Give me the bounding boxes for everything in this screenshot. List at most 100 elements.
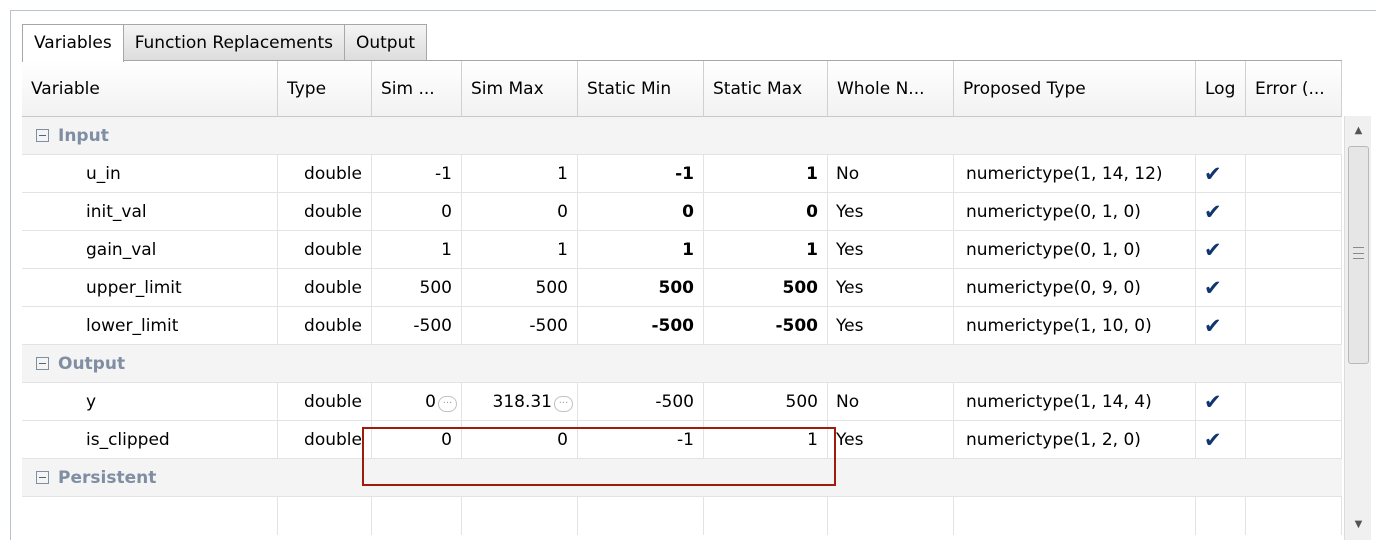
sim-max-cell: 500 xyxy=(462,269,578,307)
static-min-cell[interactable]: 500 xyxy=(578,269,704,307)
sim-max-value: 318.31 xyxy=(492,392,552,412)
minus-icon[interactable] xyxy=(36,129,49,142)
scroll-thumb[interactable] xyxy=(1348,146,1369,364)
check-icon[interactable]: ✔ xyxy=(1204,269,1222,307)
scroll-up-arrow-icon[interactable]: ▲ xyxy=(1345,118,1372,144)
group-label-input[interactable]: Input xyxy=(36,117,109,155)
variable-name xyxy=(22,497,278,535)
group-row-input[interactable]: Input xyxy=(22,117,1342,155)
sim-min-cell: -1 xyxy=(372,155,462,193)
type-cell: double xyxy=(278,193,372,231)
sim-max-cell: -500 xyxy=(462,307,578,345)
static-max-cell[interactable]: 1 xyxy=(704,231,828,269)
highlight-box xyxy=(362,427,836,486)
log-cell[interactable]: ✔ xyxy=(1196,383,1246,421)
table-row[interactable]: lower_limit double -500 -500 -500 -500 Y… xyxy=(22,307,1342,345)
group-title: Output xyxy=(58,354,126,374)
column-header-sim-max[interactable]: Sim Max xyxy=(462,61,578,117)
check-icon[interactable]: ✔ xyxy=(1204,421,1222,459)
check-icon[interactable]: ✔ xyxy=(1204,307,1222,345)
error-cell xyxy=(1246,497,1342,535)
proposed-type-cell[interactable]: numerictype(1, 14, 12) xyxy=(954,155,1196,193)
check-icon[interactable]: ✔ xyxy=(1204,231,1222,269)
static-max-cell[interactable]: 500 xyxy=(704,269,828,307)
static-min-cell[interactable]: -1 xyxy=(578,155,704,193)
log-cell[interactable]: ✔ xyxy=(1196,193,1246,231)
type-cell: double xyxy=(278,383,372,421)
sim-max-cell: 318.31 ··· xyxy=(462,383,578,421)
vertical-scrollbar[interactable]: ▲ ▼ xyxy=(1344,116,1371,540)
minus-icon[interactable] xyxy=(36,357,49,370)
log-cell[interactable]: ✔ xyxy=(1196,269,1246,307)
proposed-type-cell[interactable]: numerictype(1, 14, 4) xyxy=(954,383,1196,421)
static-max-cell[interactable]: -500 xyxy=(704,307,828,345)
log-cell[interactable]: ✔ xyxy=(1196,307,1246,345)
static-min-cell[interactable]: 1 xyxy=(578,231,704,269)
table-row[interactable]: upper_limit double 500 500 500 500 Yes n… xyxy=(22,269,1342,307)
table-row[interactable]: init_val double 0 0 0 0 Yes numerictype(… xyxy=(22,193,1342,231)
type-cell xyxy=(278,497,372,535)
column-header-log[interactable]: Log xyxy=(1196,61,1246,117)
sim-min-cell: 0 xyxy=(372,193,462,231)
table-row[interactable]: u_in double -1 1 -1 1 No numerictype(1, … xyxy=(22,155,1342,193)
tab-output[interactable]: Output xyxy=(343,24,428,61)
log-cell[interactable]: ✔ xyxy=(1196,231,1246,269)
group-title: Persistent xyxy=(58,468,157,488)
error-cell xyxy=(1246,269,1342,307)
more-icon[interactable]: ··· xyxy=(554,396,573,412)
proposed-type-cell[interactable]: numerictype(1, 10, 0) xyxy=(954,307,1196,345)
log-cell xyxy=(1196,497,1246,535)
proposed-type-cell[interactable]: numerictype(0, 9, 0) xyxy=(954,269,1196,307)
group-label-persistent[interactable]: Persistent xyxy=(36,459,156,497)
column-header-static-max[interactable]: Static Max xyxy=(704,61,828,117)
minus-icon[interactable] xyxy=(36,471,49,484)
table-row[interactable]: y double 0 ··· 318.31 ··· -500 500 No nume… xyxy=(22,383,1342,421)
table-row-partial[interactable] xyxy=(22,497,1342,535)
whole-number-cell[interactable]: No xyxy=(828,383,954,421)
check-icon[interactable]: ✔ xyxy=(1204,383,1222,421)
column-header-sim-min[interactable]: Sim ... xyxy=(372,61,462,117)
error-cell xyxy=(1246,307,1342,345)
table-row[interactable]: gain_val double 1 1 1 1 Yes numerictype(… xyxy=(22,231,1342,269)
group-label-output[interactable]: Output xyxy=(36,345,125,383)
proposed-type-cell[interactable]: numerictype(0, 1, 0) xyxy=(954,193,1196,231)
whole-number-cell[interactable]: No xyxy=(828,155,954,193)
column-header-type[interactable]: Type xyxy=(278,61,372,117)
error-cell xyxy=(1246,231,1342,269)
whole-number-cell[interactable]: Yes xyxy=(828,193,954,231)
more-icon[interactable]: ··· xyxy=(438,396,457,412)
whole-number-cell[interactable]: Yes xyxy=(828,421,954,459)
static-max-cell[interactable]: 500 xyxy=(704,383,828,421)
proposed-type-cell[interactable]: numerictype(0, 1, 0) xyxy=(954,231,1196,269)
check-icon[interactable]: ✔ xyxy=(1204,155,1222,193)
tab-bar: Variables Function Replacements Output xyxy=(22,24,428,62)
group-row-output[interactable]: Output xyxy=(22,345,1342,383)
column-header-error[interactable]: Error (... xyxy=(1246,61,1342,117)
tab-variables[interactable]: Variables xyxy=(22,24,124,62)
static-max-cell[interactable]: 1 xyxy=(704,155,828,193)
static-min-cell[interactable]: 0 xyxy=(578,193,704,231)
proposed-type-cell[interactable]: numerictype(1, 2, 0) xyxy=(954,421,1196,459)
static-max-cell[interactable]: 0 xyxy=(704,193,828,231)
sim-min-value: 0 xyxy=(425,392,436,412)
column-header-whole-number[interactable]: Whole N... xyxy=(828,61,954,117)
static-min-cell[interactable]: -500 xyxy=(578,307,704,345)
scroll-down-arrow-icon[interactable]: ▼ xyxy=(1345,512,1372,538)
whole-number-cell xyxy=(828,497,954,535)
static-min-cell[interactable]: -500 xyxy=(578,383,704,421)
sim-min-cell: 500 xyxy=(372,269,462,307)
column-header-proposed-type[interactable]: Proposed Type xyxy=(954,61,1196,117)
log-cell[interactable]: ✔ xyxy=(1196,155,1246,193)
tab-function-replacements[interactable]: Function Replacements xyxy=(122,24,345,61)
check-icon[interactable]: ✔ xyxy=(1204,193,1222,231)
type-cell: double xyxy=(278,231,372,269)
sim-min-cell xyxy=(372,497,462,535)
column-header-variable[interactable]: Variable xyxy=(22,61,278,117)
whole-number-cell[interactable]: Yes xyxy=(828,307,954,345)
column-header-static-min[interactable]: Static Min xyxy=(578,61,704,117)
error-cell xyxy=(1246,193,1342,231)
whole-number-cell[interactable]: Yes xyxy=(828,269,954,307)
proposed-type-cell xyxy=(954,497,1196,535)
whole-number-cell[interactable]: Yes xyxy=(828,231,954,269)
log-cell[interactable]: ✔ xyxy=(1196,421,1246,459)
